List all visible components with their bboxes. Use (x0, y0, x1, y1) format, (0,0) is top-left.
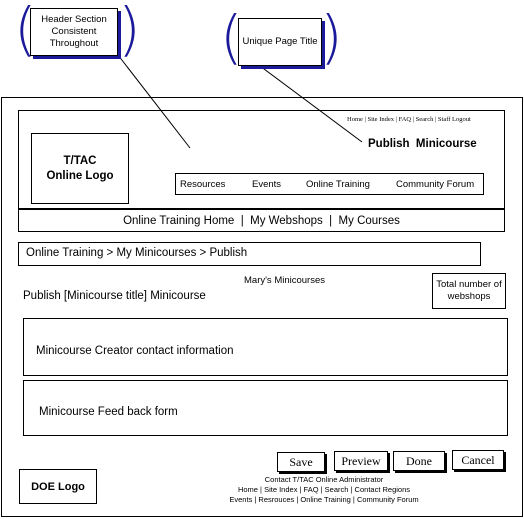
feedback-form-section: Minicourse Feed back form (23, 380, 508, 436)
cancel-button[interactable]: Cancel (452, 450, 504, 470)
contact-info-label: Minicourse Creator contact information (36, 345, 234, 357)
footer-links-line1[interactable]: Home | Site Index | FAQ | Search | Conta… (190, 485, 458, 495)
page-title: Publish Minicourse (368, 138, 477, 150)
feedback-form-label: Minicourse Feed back form (39, 406, 178, 418)
contact-info-section: Minicourse Creator contact information (23, 318, 508, 376)
total-webshops-box: Total number of webshops (432, 273, 506, 309)
nav-events[interactable]: Events (252, 179, 281, 190)
sub-nav: Online Training Home | My Webshops | My … (18, 209, 505, 232)
footer-links-line2[interactable]: Events | Resrouces | Online Training | C… (190, 495, 458, 505)
ttac-logo-text: T/TAC Online Logo (46, 154, 114, 182)
top-utility-links: Home | Site Index | FAQ | Search | Staff… (347, 116, 471, 123)
preview-button-label: Preview (341, 453, 381, 468)
home-link[interactable]: Home (347, 116, 363, 123)
doe-logo: DOE Logo (19, 469, 97, 504)
title-callout-text: Unique Page Title (242, 36, 318, 47)
header-section: Home | Site Index | FAQ | Search | Staff… (18, 110, 505, 209)
save-button[interactable]: Save (277, 452, 325, 472)
nav-resources[interactable]: Resources (180, 179, 225, 190)
header-callout: Header Section Consistent Throughout (30, 8, 118, 56)
subnav-my-courses[interactable]: My Courses (339, 215, 400, 227)
main-nav: Resources Events Online Training Communi… (175, 173, 484, 195)
save-button-label: Save (289, 454, 313, 469)
preview-button[interactable]: Preview (334, 451, 388, 471)
breadcrumb-text[interactable]: Online Training > My Minicourses > Publi… (26, 247, 247, 259)
faq-link[interactable]: FAQ (399, 116, 412, 123)
header-callout-text: Header Section Consistent Throughout (41, 14, 107, 49)
staff-logout-link[interactable]: Staff Logout (438, 116, 471, 123)
search-link[interactable]: Search (416, 116, 434, 123)
doe-logo-text: DOE Logo (31, 480, 85, 493)
done-button[interactable]: Done (393, 451, 445, 471)
title-callout: Unique Page Title (238, 18, 322, 66)
subnav-my-webshops[interactable]: My Webshops (250, 215, 323, 227)
total-webshops-label: Total number of webshops (436, 279, 502, 302)
ttac-logo: T/TAC Online Logo (31, 133, 129, 204)
publish-heading: Publish [Minicourse title] Minicourse (23, 290, 206, 302)
right-paren-decoration: ) (320, 3, 343, 71)
owner-label: Mary's Minicourses (244, 275, 325, 286)
done-button-label: Done (406, 453, 432, 468)
right-paren-decoration: ) (118, 0, 141, 63)
subnav-online-training-home[interactable]: Online Training Home (123, 215, 234, 227)
site-index-link[interactable]: Site Index (367, 116, 394, 123)
nav-community-forum[interactable]: Community Forum (396, 179, 474, 190)
footer-links: Contact T/TAC Online Administrator Home … (190, 475, 458, 505)
nav-online-training[interactable]: Online Training (306, 179, 370, 190)
footer-contact-link[interactable]: Contact T/TAC Online Administrator (190, 475, 458, 485)
cancel-button-label: Cancel (461, 452, 495, 467)
breadcrumb: Online Training > My Minicourses > Publi… (18, 242, 481, 266)
